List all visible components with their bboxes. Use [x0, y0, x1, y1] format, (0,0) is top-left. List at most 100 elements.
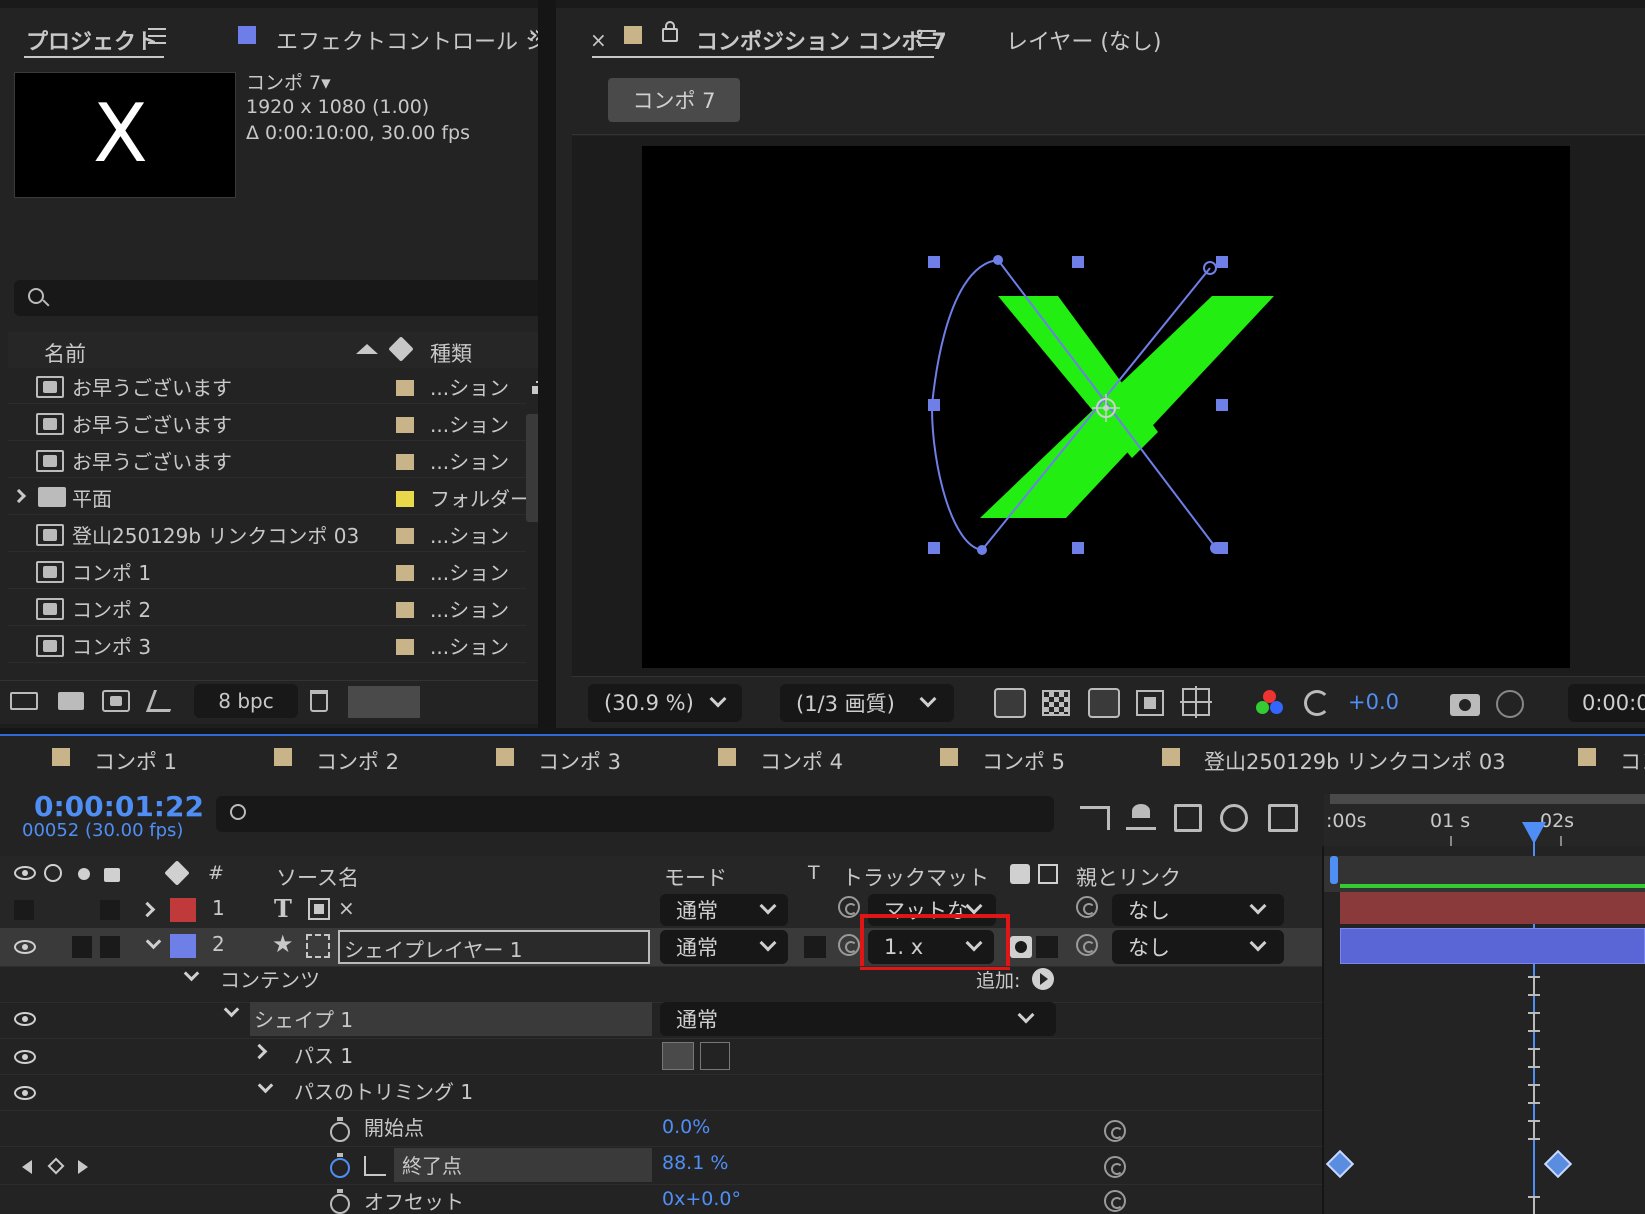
project-list-item[interactable]: コンポ 2 ...ション [8, 590, 526, 626]
layer-1-name[interactable]: × [338, 896, 355, 920]
composition-artwork[interactable] [642, 146, 1570, 668]
region-of-interest-icon[interactable] [1136, 690, 1164, 716]
show-snapshot-icon[interactable] [1496, 690, 1524, 718]
layer-2-mode-dropdown[interactable]: 通常 [660, 930, 788, 964]
end-pickwhip-icon[interactable] [1104, 1156, 1126, 1178]
transparency-grid-icon[interactable] [1042, 690, 1070, 716]
current-timecode[interactable]: 0:00:01:22 [34, 790, 204, 823]
col-preserve-transparency[interactable]: T [808, 862, 820, 884]
exposure-value[interactable]: +0.0 [1348, 690, 1399, 714]
timeline-tab[interactable]: コンポ 2 [316, 746, 399, 776]
comp-name[interactable]: コンポ 7▾ [246, 68, 331, 95]
layer-2-visibility-icon[interactable] [14, 940, 36, 954]
expand-folder-icon[interactable] [11, 488, 27, 504]
project-list-item[interactable]: お早うございます ...ション [8, 405, 526, 441]
layer-2-parent-dropdown[interactable]: なし [1112, 930, 1284, 964]
layer-2-matte-pickwhip-icon[interactable] [838, 934, 860, 956]
offset-stopwatch-icon[interactable] [330, 1189, 350, 1214]
new-comp-icon[interactable] [102, 690, 130, 712]
project-list-item[interactable]: お早うございます ...ション [8, 368, 526, 404]
label-color-chip[interactable] [396, 565, 414, 581]
current-time-display[interactable]: 0:00:0 [1568, 684, 1645, 722]
label-color-chip[interactable] [396, 417, 414, 433]
layer-2-duration-bar[interactable] [1340, 928, 1645, 964]
project-menu-icon[interactable] [148, 28, 166, 44]
motion-blur-switch-icon[interactable] [308, 898, 330, 920]
contents-label[interactable]: コンテンツ [220, 964, 320, 993]
channel-rgb-icon[interactable] [1256, 690, 1284, 718]
timeline-tab[interactable]: コンポ 1 [94, 746, 177, 776]
path-direction-icon[interactable] [662, 1042, 694, 1070]
label-color-chip[interactable] [396, 380, 414, 396]
collapse-transform-icon[interactable] [306, 934, 330, 958]
project-list-item[interactable]: コンポ 3 ...ション [8, 627, 526, 663]
frame-blending-icon[interactable] [1174, 804, 1202, 832]
path-1-visibility-icon[interactable] [14, 1050, 36, 1064]
lock-icon[interactable] [662, 21, 678, 42]
bpc-button[interactable]: 8 bpc [194, 684, 298, 718]
solo-header-icon[interactable] [78, 868, 90, 880]
path-direction-reverse-icon[interactable] [700, 1042, 730, 1070]
shape-1-visibility-icon[interactable] [14, 1012, 36, 1026]
layer-1-duration-bar[interactable] [1340, 892, 1645, 924]
grid-guides-icon[interactable] [1180, 686, 1212, 718]
tab-composition[interactable]: コンポジション コンポ 7 [696, 24, 947, 56]
video-switch-header-icon[interactable] [14, 866, 36, 880]
tab-layer[interactable]: レイヤー (なし) [1006, 24, 1162, 56]
matte-alpha-icon[interactable] [1010, 936, 1032, 958]
start-stopwatch-icon[interactable] [330, 1117, 350, 1142]
layer-1-matte-pickwhip-icon[interactable] [838, 896, 860, 918]
interpret-footage-icon[interactable] [10, 692, 38, 710]
layer-1-label-color[interactable] [170, 898, 196, 922]
col-type-header[interactable]: 種類 [430, 338, 472, 368]
snapshot-camera-icon[interactable] [1450, 694, 1480, 716]
project-search-input[interactable] [14, 280, 548, 316]
end-row-highlight[interactable]: 終了点 [394, 1148, 652, 1182]
offset-value[interactable]: 0x+0.0° [662, 1188, 741, 1210]
start-pickwhip-icon[interactable] [1104, 1120, 1126, 1142]
close-icon[interactable]: × [590, 28, 607, 52]
label-color-chip[interactable] [396, 528, 414, 544]
timeline-tab[interactable]: 登山250129b リンクコンポ 03 [1204, 746, 1506, 776]
project-list-item[interactable]: お早うございます ...ション [8, 442, 526, 478]
fast-previews-icon[interactable] [994, 688, 1026, 718]
graph-editor-icon[interactable] [1268, 804, 1298, 832]
project-list-item[interactable]: 平面 フォルダー [8, 479, 526, 515]
lock-header-icon[interactable] [104, 868, 120, 882]
add-menu-button[interactable] [1032, 968, 1054, 990]
col-source-name[interactable]: ソース名 [276, 862, 359, 892]
trash-icon[interactable] [310, 690, 328, 712]
start-value[interactable]: 0.0% [662, 1116, 710, 1138]
reset-exposure-icon[interactable] [1304, 690, 1330, 716]
col-name-header[interactable]: 名前 [44, 338, 86, 368]
next-keyframe-icon[interactable] [78, 1160, 88, 1174]
comp-canvas[interactable] [642, 146, 1570, 668]
col-mode[interactable]: モード [664, 862, 727, 892]
color-swatch[interactable] [348, 686, 420, 718]
new-folder-icon[interactable] [58, 692, 84, 710]
label-color-chip[interactable] [396, 491, 414, 507]
shy-layers-icon[interactable] [1126, 804, 1156, 830]
label-color-chip[interactable] [396, 602, 414, 618]
offset-pickwhip-icon[interactable] [1104, 1190, 1126, 1212]
layer-2-name-field[interactable]: シェイプレイヤー 1 [338, 930, 650, 964]
resolution-dropdown[interactable]: (1/3 画質) [780, 684, 954, 722]
comp-mini-flowchart-icon[interactable] [1080, 806, 1110, 830]
project-list-item[interactable]: 登山250129b リンクコンポ 03 ...ション [8, 516, 526, 552]
col-track-matte[interactable]: トラックマット [842, 862, 989, 892]
trim-paths-visibility-icon[interactable] [14, 1086, 36, 1100]
timeline-tab[interactable]: コンポ 3 [538, 746, 621, 776]
mask-visibility-icon[interactable] [1088, 688, 1120, 718]
audio-header-icon[interactable] [44, 864, 62, 882]
layer-1-parent-dropdown[interactable]: なし [1112, 894, 1284, 926]
trim-paths-label[interactable]: パスのトリミング 1 [294, 1076, 473, 1105]
end-stopwatch-icon[interactable] [330, 1153, 350, 1178]
layer-1-mode-dropdown[interactable]: 通常 [660, 894, 788, 926]
sort-asc-icon[interactable] [356, 344, 378, 354]
path-1-label[interactable]: パス 1 [294, 1040, 353, 1069]
comp-menu-icon[interactable] [918, 30, 936, 46]
col-parent-link[interactable]: 親とリンク [1076, 862, 1181, 892]
graph-icon[interactable] [364, 1156, 386, 1176]
timeline-tab[interactable]: コンポ 4 [760, 746, 843, 776]
timeline-search-input[interactable] [216, 796, 1054, 832]
